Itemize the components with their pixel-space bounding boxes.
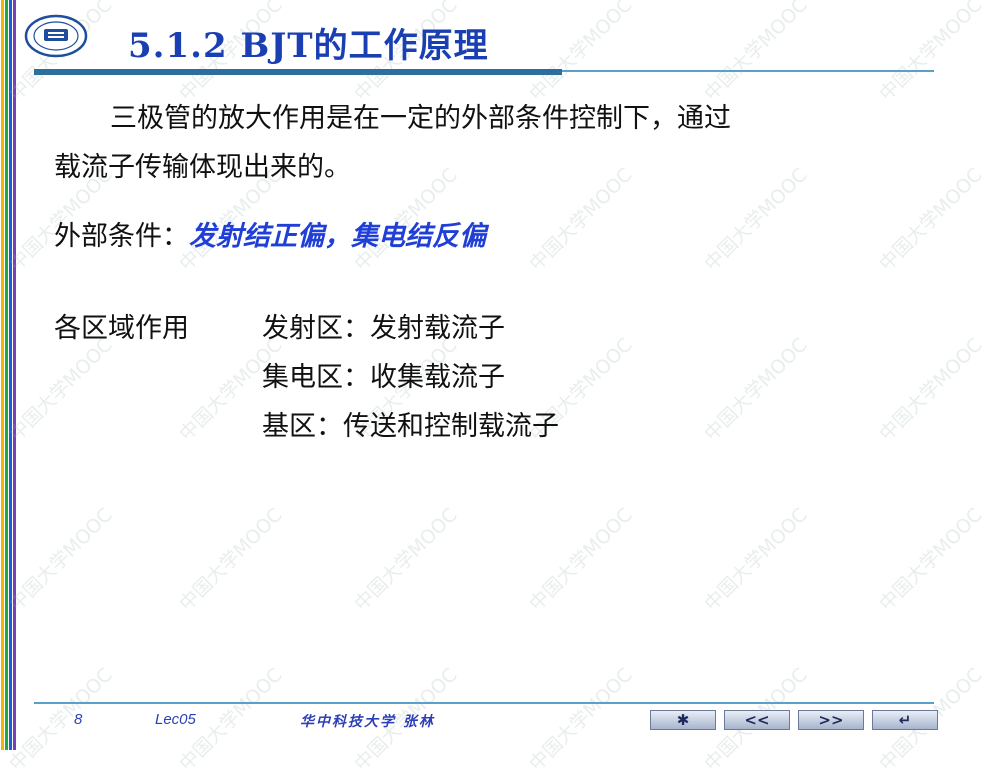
region-collector: 集电区：收集载流子 (262, 362, 505, 393)
nav-home-button[interactable]: ✱ (650, 710, 716, 730)
watermark-text: 中国大学MOOC (525, 163, 637, 276)
regions-label: 各区域作用 (54, 313, 189, 344)
watermark-text: 中国大学MOOC (700, 333, 812, 446)
region-base: 基区：传送和控制载流子 (262, 411, 559, 442)
left-decorative-stripes (0, 0, 18, 750)
paragraph-line-1: 三极管的放大作用是在一定的外部条件控制下，通过 (110, 103, 731, 134)
stripe-purple (13, 0, 16, 750)
paragraph-line-2: 载流子传输体现出来的。 (54, 152, 351, 183)
watermark-text: 中国大学MOOC (350, 503, 462, 616)
condition-label: 外部条件： (54, 221, 189, 252)
watermark-text: 中国大学MOOC (175, 503, 287, 616)
stripe-green (5, 0, 8, 750)
condition-value: 发射结正偏，集电结反偏 (189, 221, 486, 252)
school-author: 华中科技大学 张林 (300, 714, 435, 730)
footer-rule (34, 702, 934, 704)
watermark-text: 中国大学MOOC (875, 163, 987, 276)
stripe-blue (9, 0, 12, 750)
watermark-text: 中国大学MOOC (875, 333, 987, 446)
nav-return-button[interactable]: ↵ (872, 710, 938, 730)
lecture-label: Lec05 (155, 711, 196, 728)
double-chevron-right-icon: >> (818, 711, 844, 729)
double-chevron-left-icon: << (744, 711, 770, 729)
condition-line: 外部条件：发射结正偏，集电结反偏 (54, 214, 486, 253)
watermark-text: 中国大学MOOC (700, 163, 812, 276)
watermark-text: 中国大学MOOC (700, 503, 812, 616)
watermark-text: 中国大学MOOC (875, 503, 987, 616)
asterisk-icon: ✱ (676, 711, 690, 729)
region-emitter: 发射区：发射载流子 (262, 313, 505, 344)
nav-next-button[interactable]: >> (798, 710, 864, 730)
watermark-text: 中国大学MOOC (525, 503, 637, 616)
slide-title: 5.1.2 BJT的工作原理 (128, 26, 489, 66)
watermark-text: 中国大学MOOC (5, 663, 117, 776)
watermark-text: 中国大学MOOC (875, 0, 987, 106)
page-number: 8 (74, 711, 83, 728)
stripe-yellow (1, 0, 4, 750)
university-logo (24, 14, 88, 58)
watermark-text: 中国大学MOOC (525, 0, 637, 106)
watermark-text: 中国大学MOOC (525, 663, 637, 776)
watermark-text: 中国大学MOOC (700, 0, 812, 106)
nav-previous-button[interactable]: << (724, 710, 790, 730)
return-arrow-icon: ↵ (898, 711, 912, 729)
title-accent-bar (34, 69, 562, 75)
watermark-text: 中国大学MOOC (5, 503, 117, 616)
